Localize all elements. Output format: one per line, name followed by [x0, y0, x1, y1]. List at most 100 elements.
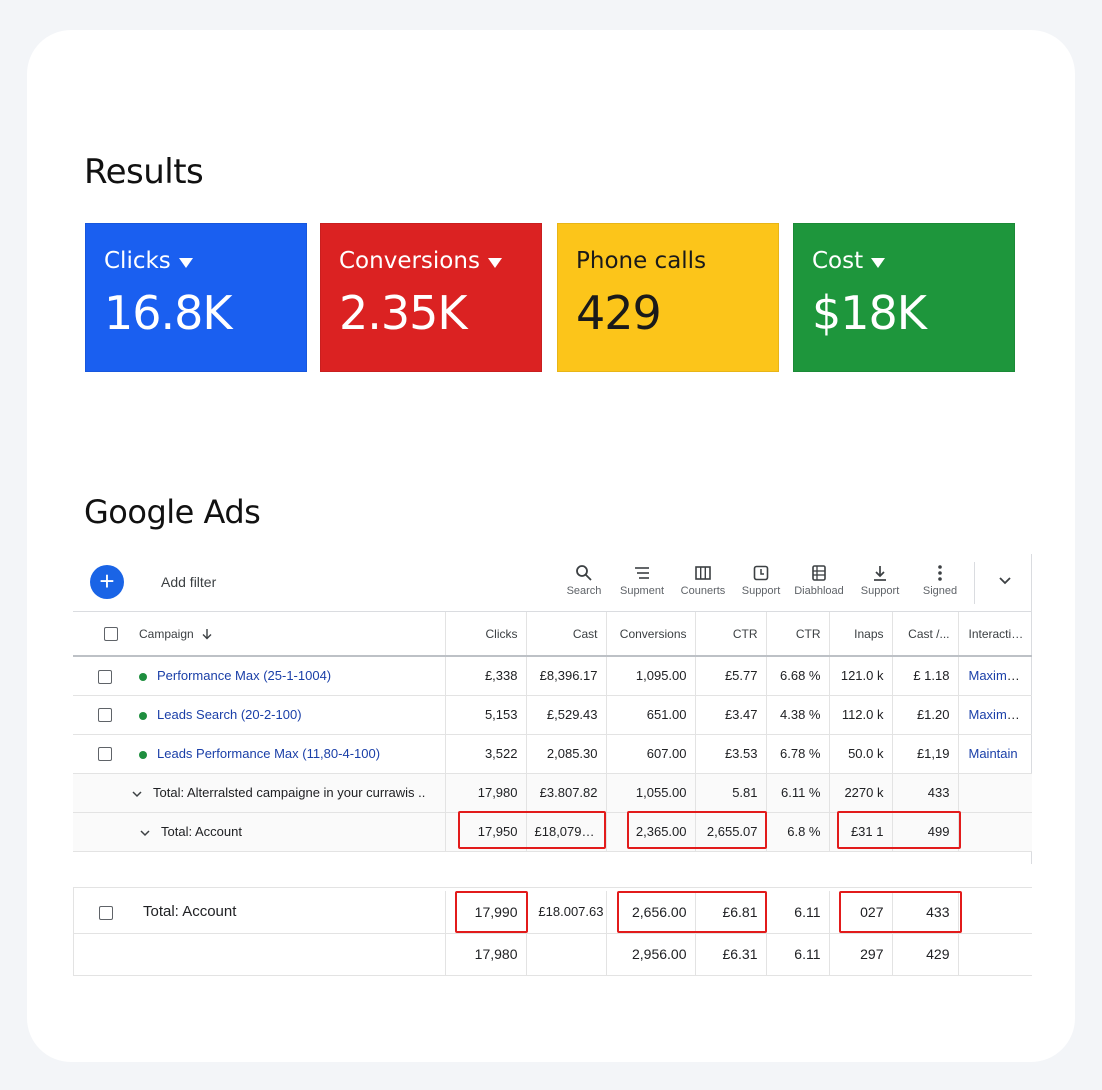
total-label: Total: Alterralsted campaigne in your cu… [153, 785, 426, 800]
tool-label: Search [566, 585, 602, 597]
summary-label: Total: Account [131, 891, 446, 934]
campaign-link[interactable]: Leads Performance Max (11,80-4-100) [157, 746, 380, 761]
status-dot-icon [139, 672, 147, 681]
kpi-tile-conversions[interactable]: Conversions 2.35K [320, 223, 542, 372]
row-checkbox[interactable] [98, 708, 112, 723]
cell-cast: £3.807.82 [526, 773, 607, 813]
cell-inaps: 50.0 k [829, 734, 893, 774]
add-button[interactable]: + [90, 565, 124, 599]
table-toolbar: + Add filter Search Supment Counerts Sup… [73, 554, 1032, 612]
tool-label: Counerts [680, 585, 726, 597]
col-ctr[interactable]: CTR [695, 612, 767, 657]
col-ctr-2[interactable]: CTR [766, 612, 830, 657]
cell-cast-per: £ 1.18 [892, 656, 959, 696]
campaign-link[interactable]: Leads Search (20-2-100) [157, 707, 302, 722]
table-row[interactable]: Performance Max (25-1-1004) £,338 £8,396… [73, 656, 1032, 696]
cell-clicks: 5,153 [445, 695, 527, 735]
kpi-tile-cost[interactable]: Cost $18K [793, 223, 1015, 372]
select-all-checkbox[interactable] [103, 626, 118, 641]
tool-report[interactable]: Support [731, 564, 791, 597]
expand-chevron-icon[interactable] [139, 827, 151, 839]
row-checkbox[interactable] [99, 905, 113, 920]
table-row[interactable]: Leads Performance Max (11,80-4-100) 3,52… [73, 734, 1032, 774]
kpi-tile-clicks[interactable]: Clicks 16.8K [85, 223, 307, 372]
total-label: Total: Account [161, 824, 242, 839]
kpi-value: 16.8K [104, 286, 233, 340]
cell-ctr: £3.53 [695, 734, 767, 774]
col-label: Campaign [139, 626, 194, 641]
cell-conversions: 2,956.00 [606, 933, 696, 976]
report-icon [753, 565, 769, 581]
dropdown-arrow-icon [178, 258, 193, 268]
cell-cast-per: 429 [892, 933, 959, 976]
cell-ctr: 5.81 [695, 773, 767, 813]
chevron-down-icon[interactable] [995, 570, 1015, 590]
cell-clicks: £,338 [445, 656, 527, 696]
cell-ctr-2: 6.78 % [766, 734, 830, 774]
add-filter-button[interactable]: Add filter [161, 574, 216, 590]
col-conversions[interactable]: Conversions [606, 612, 696, 657]
highlight-box-summary-inaps-cast [839, 891, 962, 933]
tool-download[interactable]: Support [850, 564, 910, 597]
interaction-link[interactable]: Maintain [969, 746, 1018, 761]
cell-clicks: 3,522 [445, 734, 527, 774]
tool-label: Supment [619, 585, 665, 597]
highlight-box-summary-clicks [455, 891, 528, 933]
sort-arrow-icon [202, 629, 212, 640]
table-header-row: Campaign Clicks Cast Conversions CTR CTR… [73, 612, 1032, 657]
status-dot-icon [139, 711, 147, 720]
cell-clicks: 17,980 [445, 773, 527, 813]
cell-inaps: 112.0 k [829, 695, 893, 735]
kpi-label: Conversions [339, 248, 480, 274]
tool-label: Support [860, 585, 900, 597]
tool-segment[interactable]: Supment [612, 564, 672, 597]
table-row[interactable]: Leads Search (20-2-100) 5,153 £,529.43 6… [73, 695, 1032, 735]
highlight-box-inaps-cast [837, 811, 961, 849]
dropdown-arrow-icon [871, 258, 886, 268]
results-title: Results [84, 152, 204, 192]
col-interaction[interactable]: Interaction [958, 612, 1032, 657]
row-checkbox[interactable] [98, 747, 112, 762]
cell-cast-per: 433 [892, 773, 959, 813]
search-icon [576, 565, 592, 581]
kpi-tile-phone-calls[interactable]: Phone calls 429 [557, 223, 779, 372]
tool-label: Signed [922, 585, 958, 597]
cell-cast-per: £1,19 [892, 734, 959, 774]
col-campaign[interactable]: Campaign [131, 612, 446, 657]
col-cast[interactable]: Cast [526, 612, 607, 657]
cell-clicks: 17,980 [445, 933, 527, 976]
expand-chevron-icon[interactable] [131, 788, 143, 800]
cell-cast [526, 933, 607, 976]
interaction-link[interactable]: Maximum [969, 707, 1025, 722]
interaction-link[interactable]: Maximum [969, 668, 1025, 683]
kpi-value: 429 [576, 286, 662, 340]
total-row-filtered: Total: Alterralsted campaigne in your cu… [73, 773, 1032, 813]
col-clicks[interactable]: Clicks [445, 612, 527, 657]
cell-conversions: 1,095.00 [606, 656, 696, 696]
cell-inaps: 121.0 k [829, 656, 893, 696]
sheet-icon [812, 565, 826, 581]
cell-conversions: 607.00 [606, 734, 696, 774]
cell-cast: £,529.43 [526, 695, 607, 735]
cell-conversions: 1,055.00 [606, 773, 696, 813]
cell-cast: 2,085.30 [526, 734, 607, 774]
campaign-link[interactable]: Performance Max (25-1-1004) [157, 668, 331, 683]
tool-search[interactable]: Search [554, 564, 614, 597]
cell-ctr-2: 4.38 % [766, 695, 830, 735]
tool-sheet[interactable]: Diabhload [789, 564, 849, 597]
cell-ctr: £5.77 [695, 656, 767, 696]
segment-icon [635, 567, 649, 579]
cell-ctr-2: 6.11 % [766, 773, 830, 813]
select-all-cell [73, 612, 131, 657]
cell-cast: £8,396.17 [526, 656, 607, 696]
tool-columns[interactable]: Counerts [673, 564, 733, 597]
row-checkbox[interactable] [98, 669, 112, 684]
google-ads-title: Google Ads [84, 493, 261, 531]
tool-more[interactable]: Signed [910, 564, 970, 597]
col-inaps[interactable]: Inaps [829, 612, 893, 657]
col-cast-per[interactable]: Cast /... [892, 612, 959, 657]
dropdown-arrow-icon [487, 258, 502, 268]
tool-label: Diabhload [794, 585, 844, 597]
highlight-box-conversions-ctr [627, 811, 767, 849]
summary-row-total: 17,980 2,956.00 £6.31 6.11 297 429 [74, 933, 1032, 976]
